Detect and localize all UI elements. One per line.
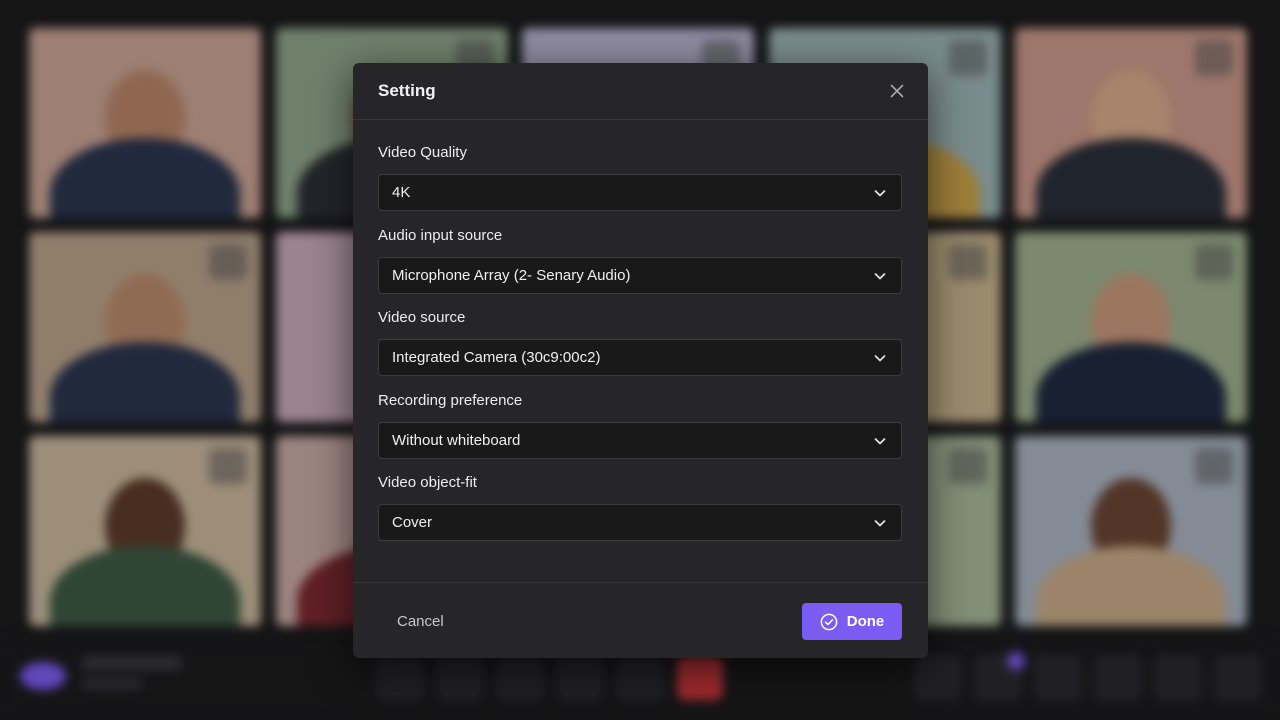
dialog-body: Video Quality 4K Audio input source Micr… — [378, 143, 902, 556]
video-quality-label: Video Quality — [378, 144, 467, 161]
chevron-down-icon — [874, 272, 886, 279]
video-source-select[interactable]: Integrated Camera (30c9:00c2) — [378, 339, 902, 376]
chevron-down-icon — [874, 520, 886, 527]
done-button[interactable]: Done — [802, 603, 902, 640]
field-video-quality: Video Quality 4K — [378, 143, 902, 226]
check-circle-icon — [820, 613, 838, 630]
done-button-label: Done — [846, 613, 885, 630]
field-video-source: Video source Integrated Camera (30c9:00c… — [378, 308, 902, 391]
field-recording-preference: Recording preference Without whiteboard — [378, 391, 902, 474]
field-audio-input-source: Audio input source Microphone Array (2- … — [378, 226, 902, 309]
video-source-label: Video source — [378, 309, 466, 326]
close-button[interactable] — [886, 80, 908, 102]
video-quality-select[interactable]: 4K — [378, 174, 902, 211]
dialog-footer: Cancel Done — [353, 582, 928, 658]
audio-input-source-select[interactable]: Microphone Array (2- Senary Audio) — [378, 256, 902, 294]
video-source-value: Integrated Camera (30c9:00c2) — [392, 349, 601, 366]
video-object-fit-label: Video object-fit — [378, 474, 477, 491]
close-icon — [890, 84, 904, 98]
audio-input-source-value: Microphone Array (2- Senary Audio) — [392, 266, 631, 284]
chevron-down-icon — [874, 355, 886, 362]
recording-preference-value: Without whiteboard — [392, 431, 521, 449]
settings-dialog: Setting Video Quality 4K Audio input sou… — [353, 63, 928, 658]
chevron-down-icon — [874, 190, 886, 197]
chevron-down-icon — [874, 437, 886, 444]
dialog-header: Setting — [353, 63, 928, 120]
meeting-screen: Setting Video Quality 4K Audio input sou… — [0, 0, 1280, 720]
dialog-title: Setting — [378, 81, 436, 100]
recording-preference-select[interactable]: Without whiteboard — [378, 421, 902, 459]
video-object-fit-value: Cover — [392, 514, 433, 531]
video-quality-value: 4K — [392, 184, 411, 201]
recording-preference-label: Recording preference — [378, 391, 523, 409]
audio-input-source-label: Audio input source — [378, 226, 503, 244]
video-object-fit-select[interactable]: Cover — [378, 504, 902, 541]
cancel-button[interactable]: Cancel — [383, 603, 458, 639]
field-video-object-fit: Video object-fit Cover — [378, 473, 902, 556]
